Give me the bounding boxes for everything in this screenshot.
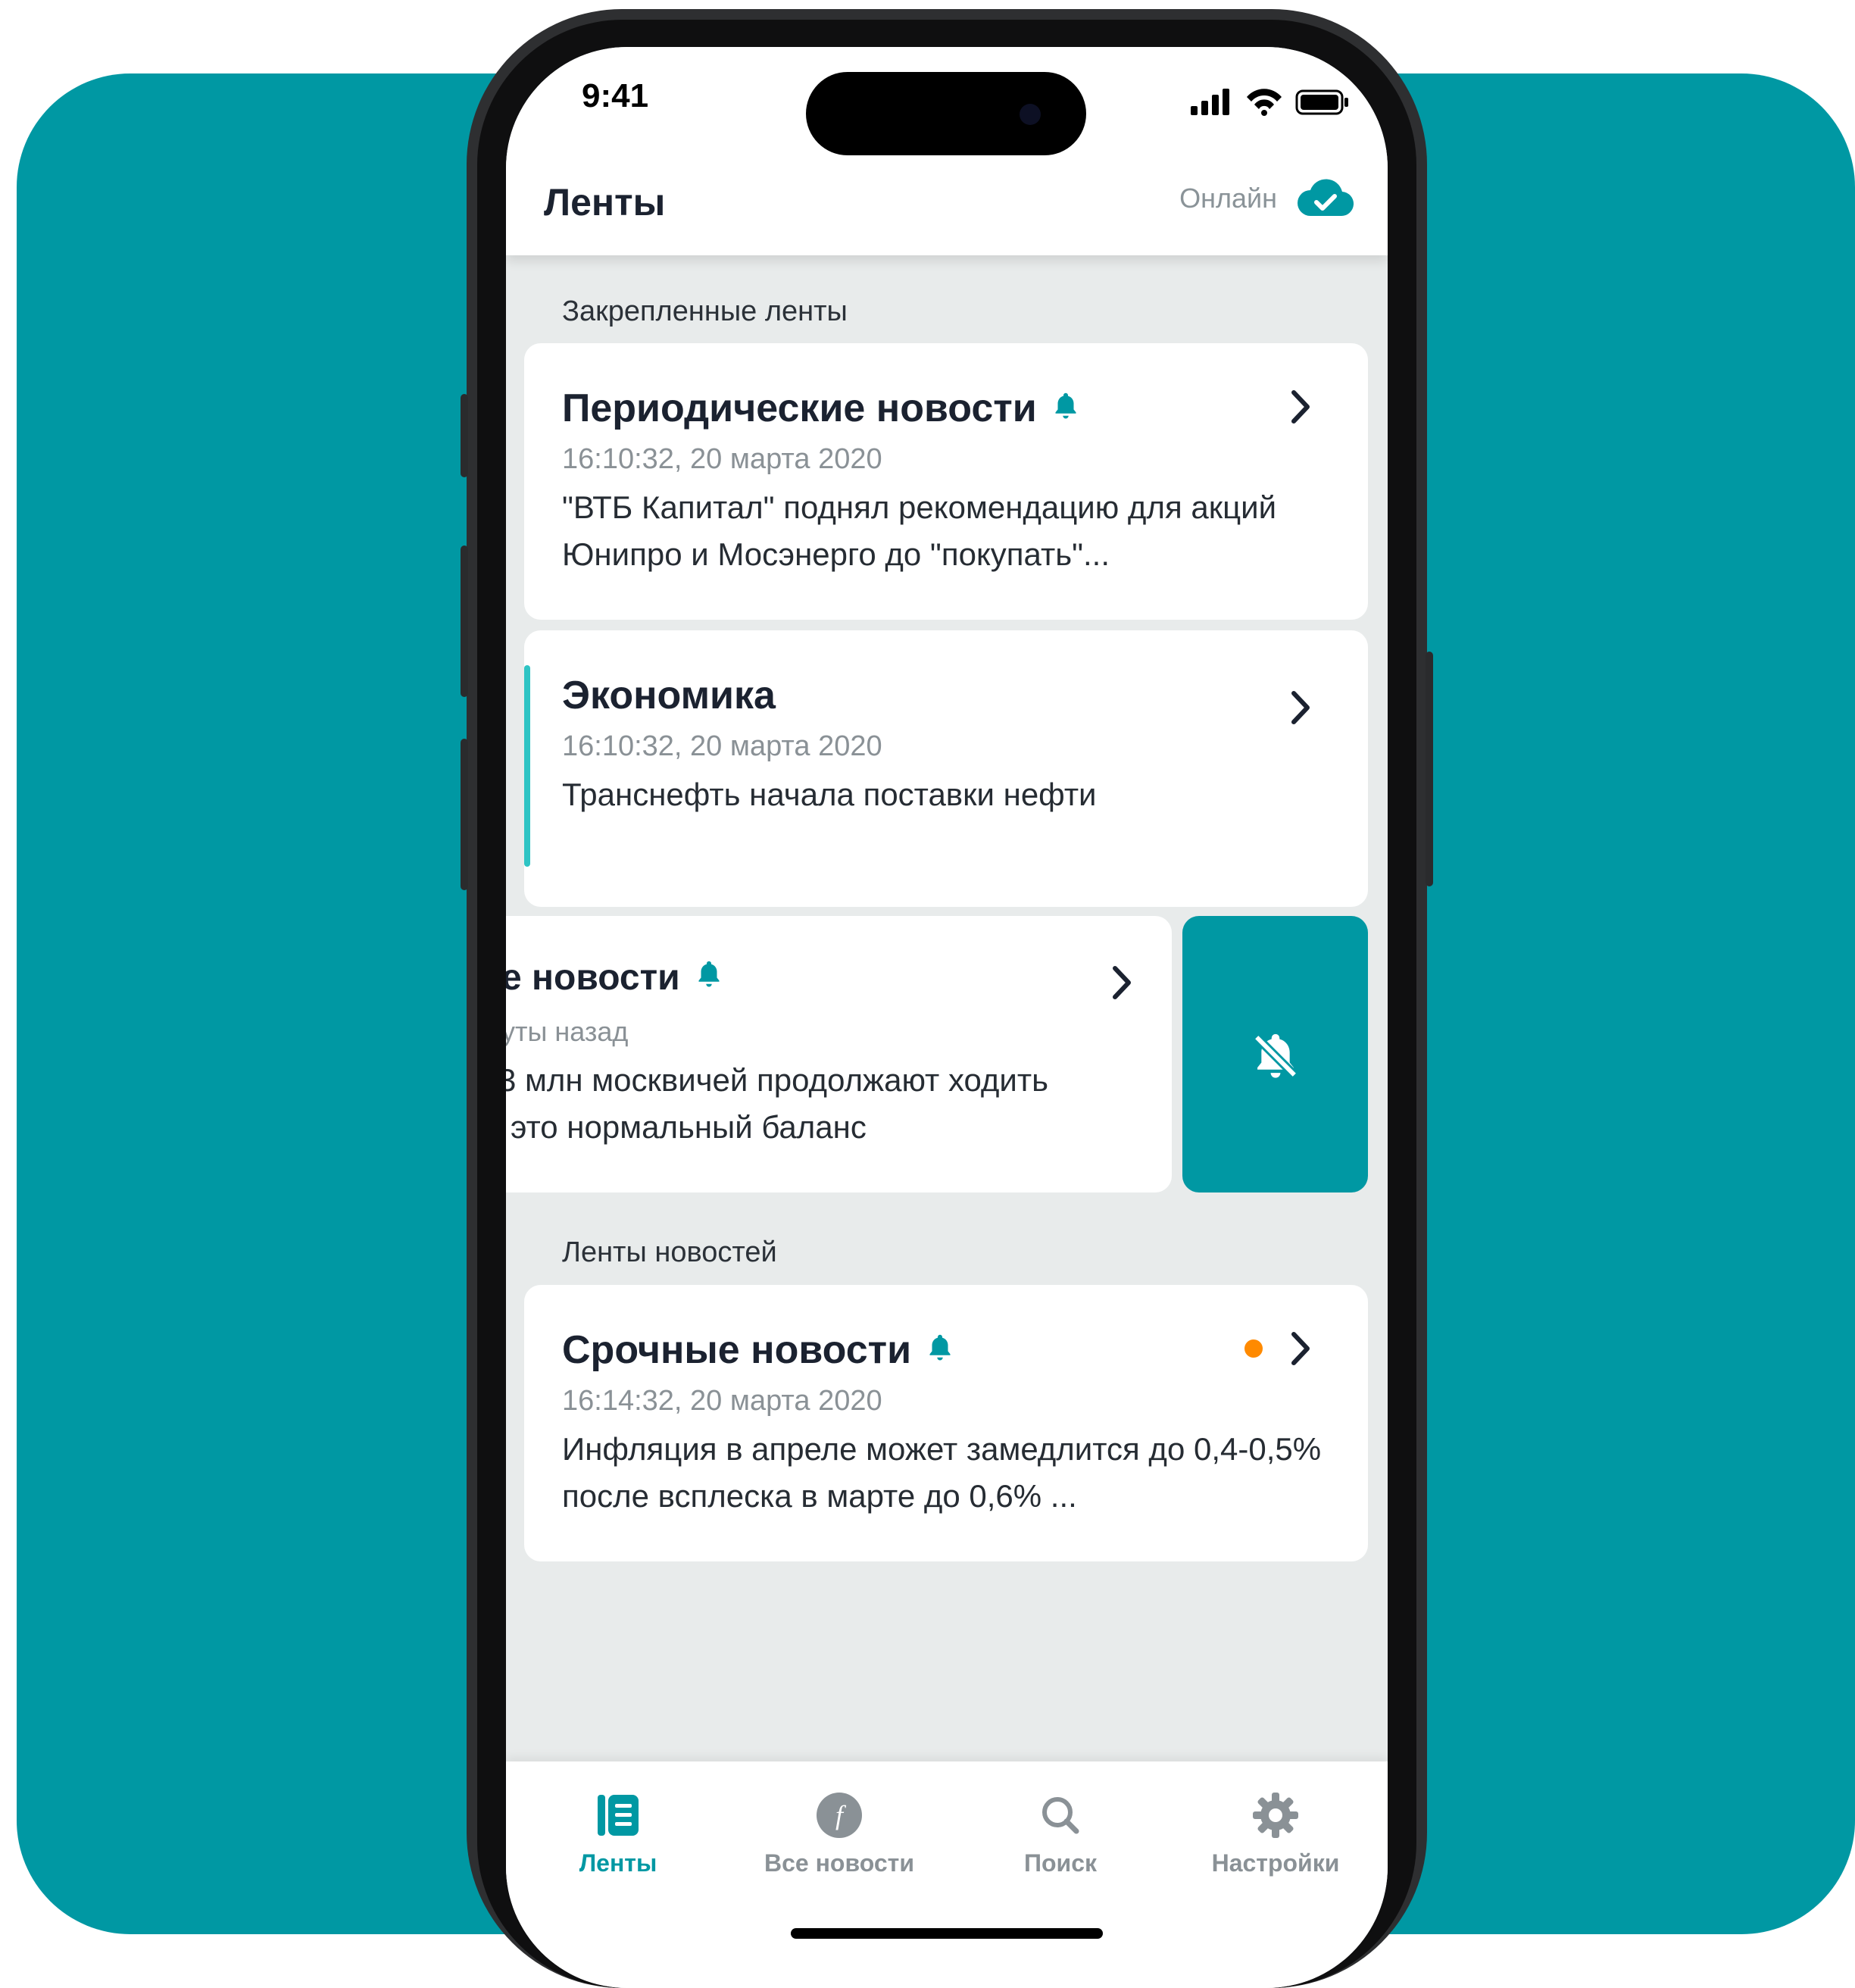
tab-label: Настройки bbox=[1211, 1849, 1340, 1877]
card-preview-text: Транснефть начала поставки нефти bbox=[562, 777, 1097, 812]
volume-up-button bbox=[461, 545, 468, 697]
feed-card-economy[interactable]: Экономика 16:10:32, 20 марта 2020 Трансн… bbox=[524, 630, 1368, 907]
tab-settings[interactable]: Настройки bbox=[1170, 1789, 1382, 1877]
online-status[interactable]: Онлайн bbox=[1179, 176, 1354, 221]
pinned-section-label: Закрепленные ленты bbox=[562, 295, 848, 327]
status-icons bbox=[1191, 89, 1348, 116]
battery-icon bbox=[1295, 89, 1348, 115]
volume-down-button bbox=[461, 739, 468, 890]
status-time: 9:41 bbox=[582, 77, 649, 114]
feed-card-periodic[interactable]: Периодические новости 16:10:32, 20 марта… bbox=[524, 343, 1368, 620]
tab-feeds[interactable]: Ленты bbox=[512, 1789, 724, 1877]
card-preview-text-line2: это нормальный баланс bbox=[511, 1109, 867, 1145]
camera-icon bbox=[1020, 104, 1041, 125]
card-title-text: Периодические новости bbox=[562, 386, 1037, 430]
online-status-label: Онлайн bbox=[1179, 183, 1277, 214]
feeds-section-label: Ленты новостей bbox=[562, 1236, 777, 1268]
card-preview-text: Инфляция в апреле может замедлится до 0,… bbox=[562, 1431, 1322, 1514]
feeds-icon bbox=[598, 1795, 639, 1836]
page-title: Ленты bbox=[544, 181, 666, 223]
card-preview-text: "ВТБ Капитал" поднял рекомендацию для ак… bbox=[562, 489, 1277, 572]
card-timestamp: 16:10:32, 20 марта 2020 bbox=[562, 730, 882, 762]
wifi-icon bbox=[1247, 89, 1282, 116]
card-title: е новости bbox=[506, 957, 723, 999]
accent-bar bbox=[524, 665, 530, 867]
tab-all-news[interactable]: f Все новости bbox=[733, 1789, 945, 1877]
feed-card-urgent[interactable]: Срочные новости 16:14:32, 20 марта 2020 … bbox=[524, 1285, 1368, 1561]
chevron-right-icon bbox=[1291, 691, 1310, 724]
search-icon bbox=[1042, 1797, 1079, 1834]
card-title: Периодические новости bbox=[562, 386, 1079, 431]
power-button bbox=[1426, 652, 1433, 886]
card-title-text: е новости bbox=[506, 958, 680, 998]
unread-dot bbox=[1244, 1339, 1263, 1358]
tab-search[interactable]: Поиск bbox=[954, 1789, 1166, 1877]
bell-icon bbox=[1052, 386, 1079, 431]
card-timestamp: уты назад bbox=[506, 1016, 629, 1047]
chevron-right-icon bbox=[1291, 1332, 1310, 1365]
card-timestamp: 16:10:32, 20 марта 2020 bbox=[562, 443, 882, 475]
card-preview-text-line1: 3 млн москвичей продолжают ходить bbox=[506, 1062, 1048, 1098]
home-indicator bbox=[791, 1928, 1103, 1939]
all-news-icon: f bbox=[817, 1793, 862, 1838]
chevron-right-icon bbox=[1113, 966, 1131, 999]
card-title: Экономика bbox=[562, 673, 776, 718]
mute-notifications-button[interactable] bbox=[1182, 916, 1368, 1192]
settings-icon bbox=[1253, 1793, 1298, 1838]
card-title: Срочные новости bbox=[562, 1327, 954, 1373]
card-title-text: Экономика bbox=[562, 674, 776, 717]
feed-card-swiped[interactable]: е новости уты назад 3 млн москвичей прод… bbox=[506, 916, 1172, 1192]
bell-off-icon bbox=[1252, 1033, 1299, 1080]
action-button bbox=[461, 394, 468, 477]
chevron-right-icon bbox=[1291, 390, 1310, 424]
card-title-text: Срочные новости bbox=[562, 1328, 912, 1372]
bell-icon bbox=[926, 1327, 954, 1373]
tab-bar: Ленты f Все новости Поиск Настройки bbox=[506, 1761, 1388, 1988]
dynamic-island bbox=[806, 72, 1086, 155]
tab-label: Ленты bbox=[579, 1849, 657, 1877]
tab-label: Все новости bbox=[764, 1849, 914, 1877]
tab-label: Поиск bbox=[1023, 1849, 1098, 1877]
app-screen: Закрепленные ленты Периодические новости… bbox=[506, 47, 1388, 1988]
cloud-check-icon bbox=[1298, 179, 1354, 217]
signal-icon bbox=[1191, 89, 1229, 115]
bell-icon bbox=[695, 957, 723, 999]
card-timestamp: 16:14:32, 20 марта 2020 bbox=[562, 1385, 882, 1417]
